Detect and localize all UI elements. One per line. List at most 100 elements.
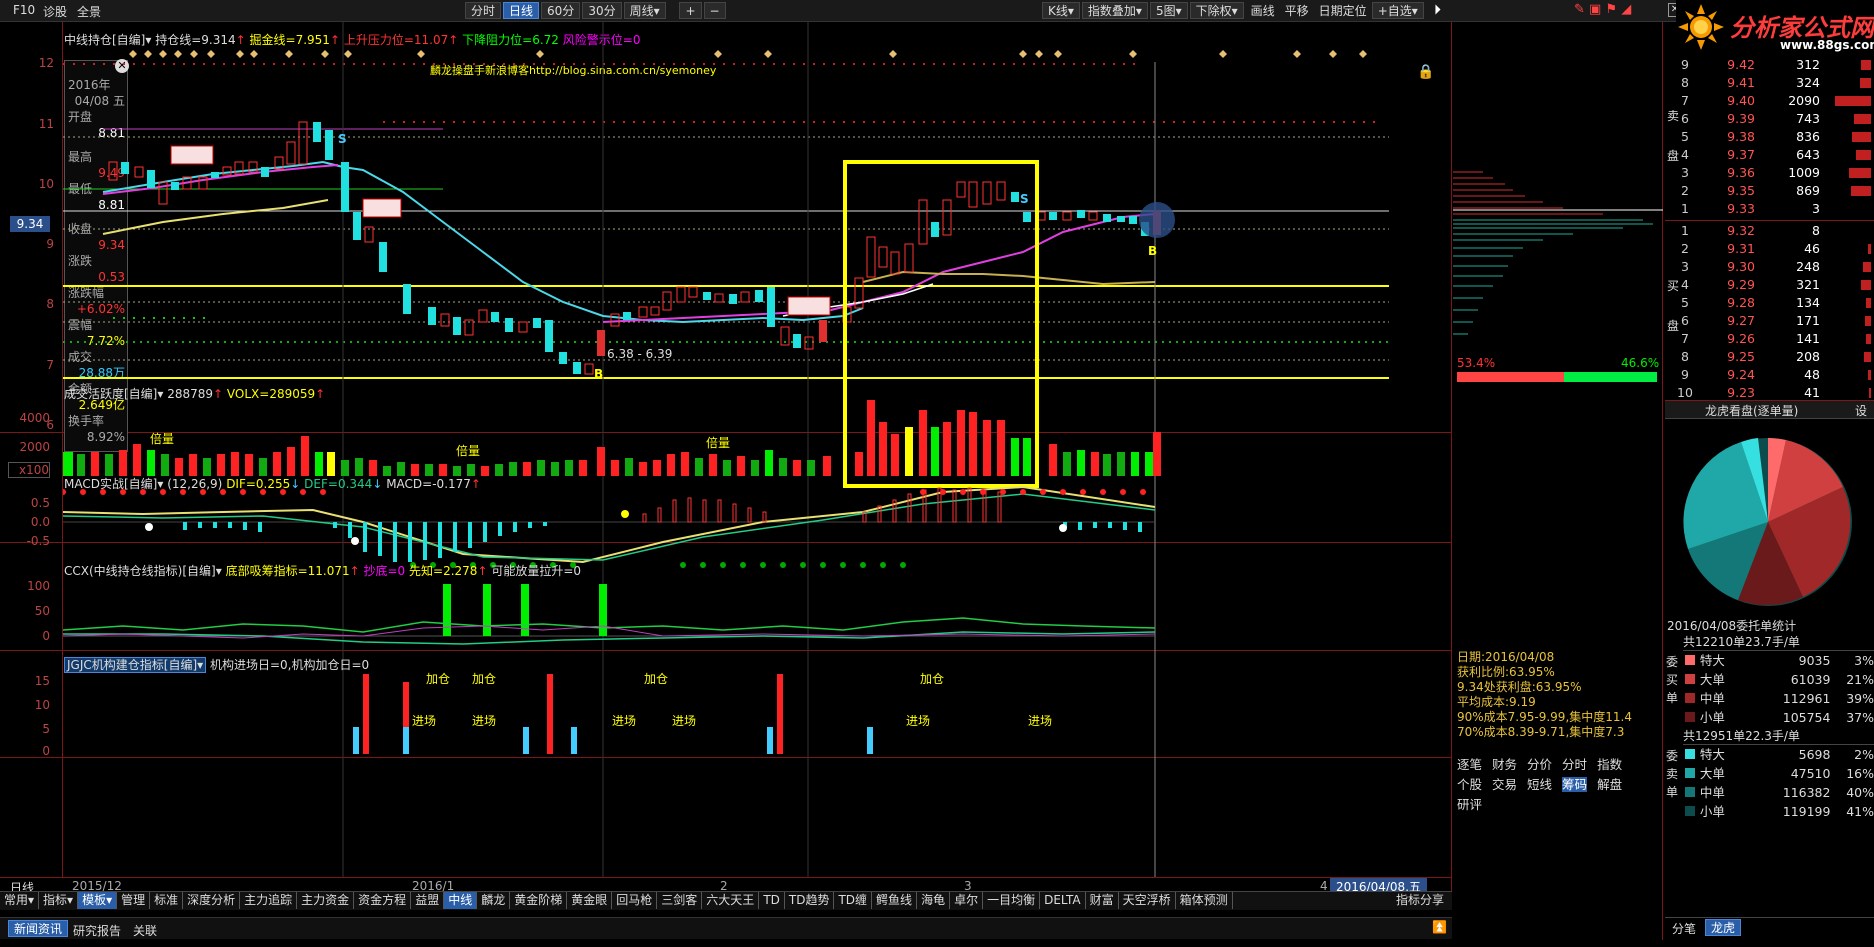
tab-fund-equation[interactable]: 资金方程 xyxy=(354,892,412,909)
buy-row[interactable]: 8 9.25 208 xyxy=(1675,348,1871,366)
macd-indicator-name[interactable]: MACD实战[自编]▾ xyxy=(64,477,163,491)
indicator-share-button[interactable]: 指标分享 xyxy=(1392,892,1448,909)
tab-turtle[interactable]: 海龟 xyxy=(917,892,951,909)
tab-template[interactable]: 模板▾ xyxy=(78,892,118,909)
period-weekly[interactable]: 周线▾ xyxy=(623,2,666,19)
chip-info: 日期:2016/04/08 获利比例:63.95% 9.34处获利盘:63.95… xyxy=(1457,650,1632,740)
buy-row[interactable]: 3 9.30 248 xyxy=(1675,258,1871,276)
f10-button[interactable]: F10 xyxy=(8,3,40,17)
enter-label: 进场 xyxy=(412,714,437,728)
sell-row[interactable]: 3 9.36 1009 xyxy=(1675,164,1871,182)
tab-analysis[interactable]: 解盘 xyxy=(1597,777,1622,792)
watchlist-dropdown[interactable]: +自选▾ xyxy=(1371,2,1424,19)
dragon-buy-label: 特大 xyxy=(1699,653,1725,668)
buy-row[interactable]: 2 9.31 46 xyxy=(1675,240,1871,258)
tab-tick-split[interactable]: 分笔 xyxy=(1667,920,1701,937)
period-fenshi[interactable]: 分时 xyxy=(465,2,502,19)
dragon-sell-row: 特大 5698 2% xyxy=(1681,745,1874,764)
pan-button[interactable]: 平移 xyxy=(1280,2,1314,19)
tab-common[interactable]: 常用▾ xyxy=(0,892,40,909)
tab-finance[interactable]: 财务 xyxy=(1492,757,1517,772)
multi-chart-dropdown[interactable]: 5图▾ xyxy=(1149,2,1188,19)
draw-line-button[interactable]: 画线 xyxy=(1246,2,1280,19)
tab-review[interactable]: 研评 xyxy=(1457,797,1482,812)
tab-timeshare[interactable]: 分时 xyxy=(1562,757,1587,772)
tab-chips[interactable]: 筹码 xyxy=(1562,777,1588,792)
sell-row[interactable]: 5 9.38 836 xyxy=(1675,128,1871,146)
tab-index[interactable]: 指数 xyxy=(1597,757,1622,772)
date-locate-button[interactable]: 日期定位 xyxy=(1314,2,1372,19)
volume-indicator-name[interactable]: 成交活跃度[自编]▾ xyxy=(64,387,163,401)
tab-research[interactable]: 研究报告 xyxy=(68,922,126,939)
buy-row[interactable]: 4 9.29 321 xyxy=(1675,276,1871,294)
tab-wealth[interactable]: 财富 xyxy=(1086,892,1119,909)
period-daily[interactable]: 日线 xyxy=(503,2,540,19)
index-overlay-dropdown[interactable]: 指数叠加▾ xyxy=(1081,2,1148,19)
buy-row[interactable]: 7 9.26 141 xyxy=(1675,330,1871,348)
dragon-settings-button[interactable]: 设 xyxy=(1855,402,1867,419)
tab-huimaqiang[interactable]: 回马枪 xyxy=(612,892,658,909)
collapse-icon[interactable]: ⏵ xyxy=(1434,2,1441,18)
tab-box-forecast[interactable]: 箱体预测 xyxy=(1176,892,1233,909)
period-60min[interactable]: 60分 xyxy=(541,2,581,19)
tab-gold-ladder[interactable]: 黄金阶梯 xyxy=(510,892,568,909)
sell-row[interactable]: 6 9.39 743 xyxy=(1675,110,1871,128)
buy-row[interactable]: 1 9.32 8 xyxy=(1675,222,1871,240)
jgjc-indicator-name[interactable]: JGJC机构建仓指标[自编]▾ xyxy=(64,657,207,673)
tab-three-swords[interactable]: 三剑客 xyxy=(657,892,703,909)
tab-main-track[interactable]: 主力追踪 xyxy=(240,892,298,909)
tab-yimeng[interactable]: 益盟 xyxy=(411,892,445,909)
tab-sky-bridge[interactable]: 天空浮桥 xyxy=(1119,892,1176,909)
sell-row[interactable]: 9 9.42 312 xyxy=(1675,56,1871,74)
tab-td-trend[interactable]: TD趋势 xyxy=(785,892,835,909)
tab-short[interactable]: 短线 xyxy=(1527,777,1552,792)
buy-row[interactable]: 10 9.23 41 xyxy=(1675,384,1871,402)
tab-news[interactable]: 新闻资讯 xyxy=(8,920,69,937)
panorama-button[interactable]: 全景 xyxy=(72,3,106,20)
diagnose-button[interactable]: 诊股 xyxy=(38,3,72,20)
zoom-out-button[interactable]: − xyxy=(703,2,726,19)
tab-gold-eye[interactable]: 黄金眼 xyxy=(567,892,613,909)
tab-alligator[interactable]: 鳄鱼线 xyxy=(872,892,918,909)
volume-panel-title[interactable]: 成交活跃度[自编]▾ 288789↑ VOLX=289059↑ xyxy=(64,385,325,402)
ccx-indicator-name[interactable]: CCX(中线持仓线指标)[自编]▾ xyxy=(64,564,222,578)
tab-price-dist[interactable]: 分价 xyxy=(1527,757,1552,772)
tab-standard[interactable]: 标准 xyxy=(150,892,184,909)
tab-delta[interactable]: DELTA xyxy=(1040,892,1086,909)
buy-row[interactable]: 9 9.24 48 xyxy=(1675,366,1871,384)
macd-panel-title[interactable]: MACD实战[自编]▾ (12,26,9) DIF=0.255↓ DEF=0.3… xyxy=(64,475,481,492)
tab-manage[interactable]: 管理 xyxy=(117,892,151,909)
ccx-panel-title[interactable]: CCX(中线持仓线指标)[自编]▾ 底部吸筹指标=11.071↑ 抄底=0 先知… xyxy=(64,562,581,579)
tab-dragon[interactable]: 龙虎 xyxy=(1705,919,1742,936)
sell-row[interactable]: 1 9.33 3 xyxy=(1675,200,1871,218)
kline-type-dropdown[interactable]: K线▾ xyxy=(1042,2,1080,19)
tab-tick[interactable]: 逐笔 xyxy=(1457,757,1482,772)
tab-stock[interactable]: 个股 xyxy=(1457,777,1482,792)
tab-main-fund[interactable]: 主力资金 xyxy=(297,892,355,909)
tab-related[interactable]: 关联 xyxy=(128,922,162,939)
tab-td[interactable]: TD xyxy=(759,892,785,909)
buy-row[interactable]: 6 9.27 171 xyxy=(1675,312,1871,330)
exright-dropdown[interactable]: 下除权▾ xyxy=(1189,2,1244,19)
tab-deep-analysis[interactable]: 深度分析 xyxy=(183,892,241,909)
jgjc-panel-title[interactable]: JGJC机构建仓指标[自编]▾ 机构进场日=0,机构加仓日=0 xyxy=(64,656,369,673)
chart-area[interactable]: 中线持仓[自编]▾ 持仓线=9.314↑ 掘金线=7.951↑ 上升压力位=11… xyxy=(0,22,1452,900)
sell-row[interactable]: 7 9.40 2090 xyxy=(1675,92,1871,110)
tab-td-chan[interactable]: TD缠 xyxy=(834,892,873,909)
sell-row[interactable]: 8 9.41 324 xyxy=(1675,74,1871,92)
expand-icon[interactable]: ⏫ xyxy=(1432,920,1447,934)
tab-zhuoer[interactable]: 卓尔 xyxy=(950,892,984,909)
sell-row[interactable]: 4 9.37 643 xyxy=(1675,146,1871,164)
chip-avg-cost: 平均成本:9.19 xyxy=(1457,695,1536,709)
tab-ichimoku[interactable]: 一目均衡 xyxy=(983,892,1041,909)
tab-indicator[interactable]: 指标▾ xyxy=(39,892,79,909)
tab-six-kings[interactable]: 六大天王 xyxy=(702,892,760,909)
zoom-in-button[interactable]: + xyxy=(679,2,702,19)
buy-row[interactable]: 5 9.28 134 xyxy=(1675,294,1871,312)
tab-linlong[interactable]: 麟龙 xyxy=(477,892,511,909)
tab-trade[interactable]: 交易 xyxy=(1492,777,1517,792)
period-30min[interactable]: 30分 xyxy=(582,2,622,19)
tab-midline[interactable]: 中线 xyxy=(444,892,478,909)
sell-row[interactable]: 2 9.35 869 xyxy=(1675,182,1871,200)
tool-icons[interactable]: ✎ ▣ ⚑ ◢ xyxy=(1574,2,1631,17)
